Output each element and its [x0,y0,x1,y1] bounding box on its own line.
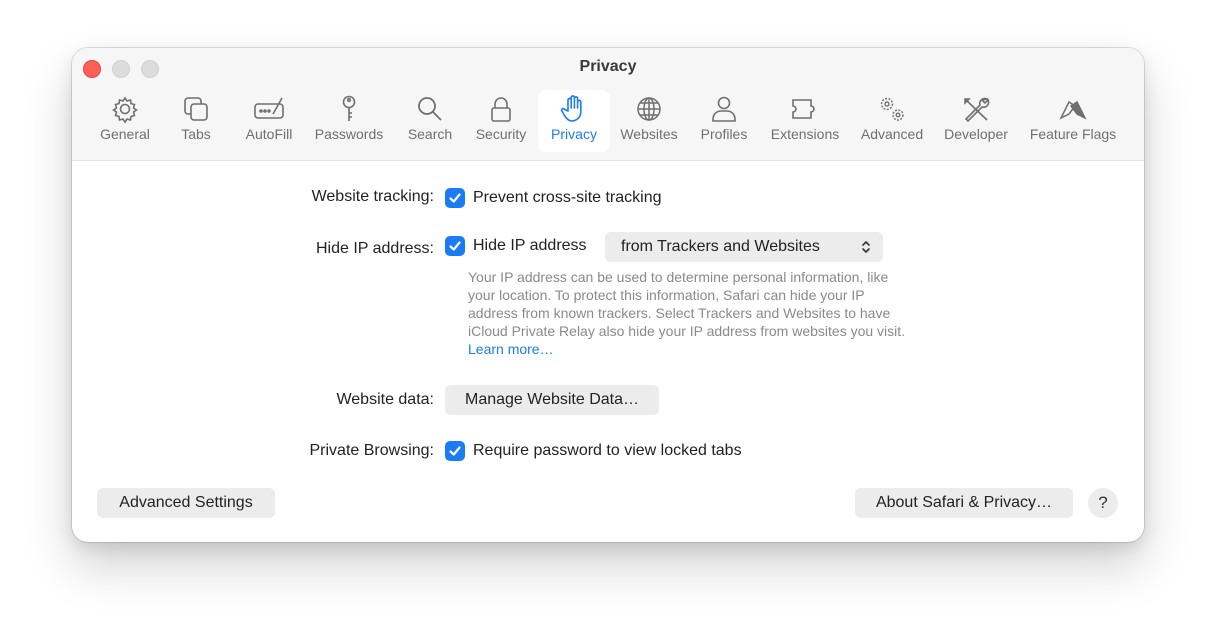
title-bar: Privacy General Tabs AutoFill Passwords … [72,48,1144,161]
manage-website-data-button[interactable]: Manage Website Data… [445,385,659,415]
tab-websites[interactable]: Websites [614,90,684,152]
website-tracking-label: Website tracking: [311,188,434,205]
puzzle-icon [792,99,815,119]
hide-ip-description: Your IP address can be used to determine… [468,269,906,339]
tab-label: Tabs [181,126,211,142]
hand-icon [560,95,582,122]
window-title: Privacy [579,58,637,75]
person-icon [712,96,736,122]
tab-general[interactable]: General [90,90,160,152]
flags-icon [1059,100,1087,120]
tab-label: Profiles [700,126,748,142]
tab-extensions[interactable]: Extensions [764,90,846,152]
tab-label: Search [407,126,453,142]
tab-label: Advanced [860,126,924,142]
tab-label: General [100,126,150,142]
advanced-settings-button[interactable]: Advanced Settings [97,488,275,518]
tab-label: Security [475,126,527,142]
prevent-tracking-checkbox[interactable] [445,188,465,208]
tab-feature-flags[interactable]: Feature Flags [1022,90,1124,152]
tab-security[interactable]: Security [468,90,534,152]
gears-icon [880,97,904,121]
require-password-checkbox[interactable] [445,441,465,461]
hide-ip-checkbox[interactable] [445,236,465,256]
checkmark-icon [449,193,461,203]
tab-autofill[interactable]: AutoFill [234,90,304,152]
autofill-icon [254,97,284,119]
tab-privacy[interactable]: Privacy [538,90,610,152]
tab-label: Websites [620,126,678,142]
tab-label: Extensions [770,126,840,142]
hide-ip-checkbox-label[interactable]: Hide IP address [473,237,587,255]
tab-advanced[interactable]: Advanced [854,90,930,152]
checkmark-icon [449,241,461,251]
tab-tabs[interactable]: Tabs [168,90,224,152]
require-password-label[interactable]: Require password to view locked tabs [473,442,742,460]
help-button[interactable]: ? [1088,488,1118,518]
search-icon [418,97,442,121]
key-icon [342,95,356,121]
globe-icon [637,97,661,121]
lock-icon [491,97,511,122]
tab-label: AutoFill [245,126,293,142]
gear-icon [112,96,138,124]
tab-label: Privacy [551,126,597,142]
updown-chevron-icon [862,241,870,253]
tab-label: Passwords [314,126,384,142]
about-safari-privacy-button[interactable]: About Safari & Privacy… [855,488,1073,518]
checkmark-icon [449,446,461,456]
hide-ip-popup-value: from Trackers and Websites [621,238,820,255]
tab-profiles[interactable]: Profiles [690,90,758,152]
tab-passwords[interactable]: Passwords [310,90,388,152]
hide-ip-help-text: Your IP address can be used to determine… [468,268,918,358]
tools-icon [964,97,990,123]
hide-ip-label: Hide IP address: [316,240,434,257]
tab-search[interactable]: Search [398,90,462,152]
preferences-window: Privacy General Tabs AutoFill Passwords … [72,48,1144,542]
website-data-label: Website data: [336,391,434,408]
private-browsing-label: Private Browsing: [309,442,435,459]
prevent-tracking-label[interactable]: Prevent cross-site tracking [473,189,662,207]
tab-label: Developer [944,126,1008,142]
tab-label: Feature Flags [1029,126,1117,142]
tabs-icon [184,97,208,121]
hide-ip-popup[interactable]: from Trackers and Websites [605,232,883,262]
tab-developer[interactable]: Developer [938,90,1014,152]
learn-more-link[interactable]: Learn more… [468,341,554,357]
